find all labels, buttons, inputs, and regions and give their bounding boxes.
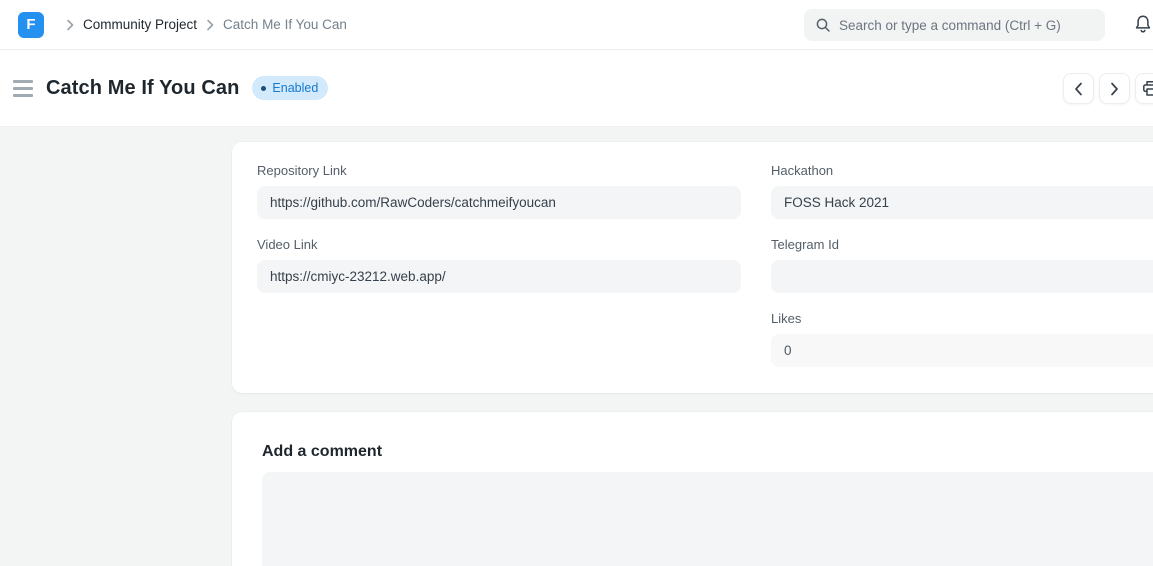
field-likes: Likes: [771, 312, 1153, 367]
field-label: Likes: [771, 312, 1153, 326]
chevron-right-icon: [1110, 82, 1119, 96]
field-label: Video Link: [257, 238, 741, 252]
printer-icon: [1142, 80, 1153, 97]
breadcrumb-item-community-project[interactable]: Community Project: [83, 17, 197, 32]
status-label: Enabled: [272, 81, 318, 95]
chevron-right-icon: [206, 19, 214, 31]
top-navbar: F Community Project Catch Me If You Can: [0, 0, 1153, 50]
details-card: Repository Link Video Link Hackathon Tel…: [232, 142, 1153, 393]
hamburger-icon: [13, 80, 33, 83]
field-repository-link: Repository Link: [257, 164, 741, 219]
breadcrumb-item-current[interactable]: Catch Me If You Can: [223, 17, 347, 32]
search-icon: [815, 17, 831, 33]
sidebar-toggle-button[interactable]: [13, 80, 35, 97]
previous-document-button[interactable]: [1063, 73, 1094, 104]
global-search[interactable]: [804, 9, 1105, 41]
form-column-right: Hackathon Telegram Id Likes: [771, 164, 1153, 367]
next-document-button[interactable]: [1099, 73, 1130, 104]
status-dot: [261, 86, 266, 91]
comment-input[interactable]: [262, 472, 1153, 566]
form-column-left: Repository Link Video Link: [257, 164, 741, 367]
chevron-left-icon: [1074, 82, 1083, 96]
field-label: Telegram Id: [771, 238, 1153, 252]
chevron-right-icon: [66, 19, 74, 31]
field-label: Repository Link: [257, 164, 741, 178]
likes-value: [771, 334, 1153, 367]
print-button[interactable]: [1135, 73, 1153, 104]
comments-card: Add a comment: [232, 412, 1153, 566]
page-header: Catch Me If You Can Enabled: [0, 50, 1153, 127]
field-video-link: Video Link: [257, 238, 741, 293]
field-telegram-id: Telegram Id: [771, 238, 1153, 293]
header-actions: [1063, 73, 1153, 104]
app-logo[interactable]: F: [18, 12, 44, 38]
bell-icon: [1133, 14, 1153, 36]
notifications-button[interactable]: [1133, 13, 1153, 37]
add-comment-heading: Add a comment: [262, 443, 1153, 461]
page-body: Repository Link Video Link Hackathon Tel…: [0, 127, 1153, 566]
app-window: F Community Project Catch Me If You Can: [0, 0, 1153, 566]
breadcrumb: Community Project Catch Me If You Can: [57, 17, 347, 32]
repository-link-input[interactable]: [257, 186, 741, 219]
hackathon-input[interactable]: [771, 186, 1153, 219]
search-input[interactable]: [839, 18, 1094, 33]
status-badge: Enabled: [252, 76, 328, 100]
video-link-input[interactable]: [257, 260, 741, 293]
field-label: Hackathon: [771, 164, 1153, 178]
telegram-id-input[interactable]: [771, 260, 1153, 293]
page-title: Catch Me If You Can: [46, 77, 239, 100]
field-hackathon: Hackathon: [771, 164, 1153, 219]
